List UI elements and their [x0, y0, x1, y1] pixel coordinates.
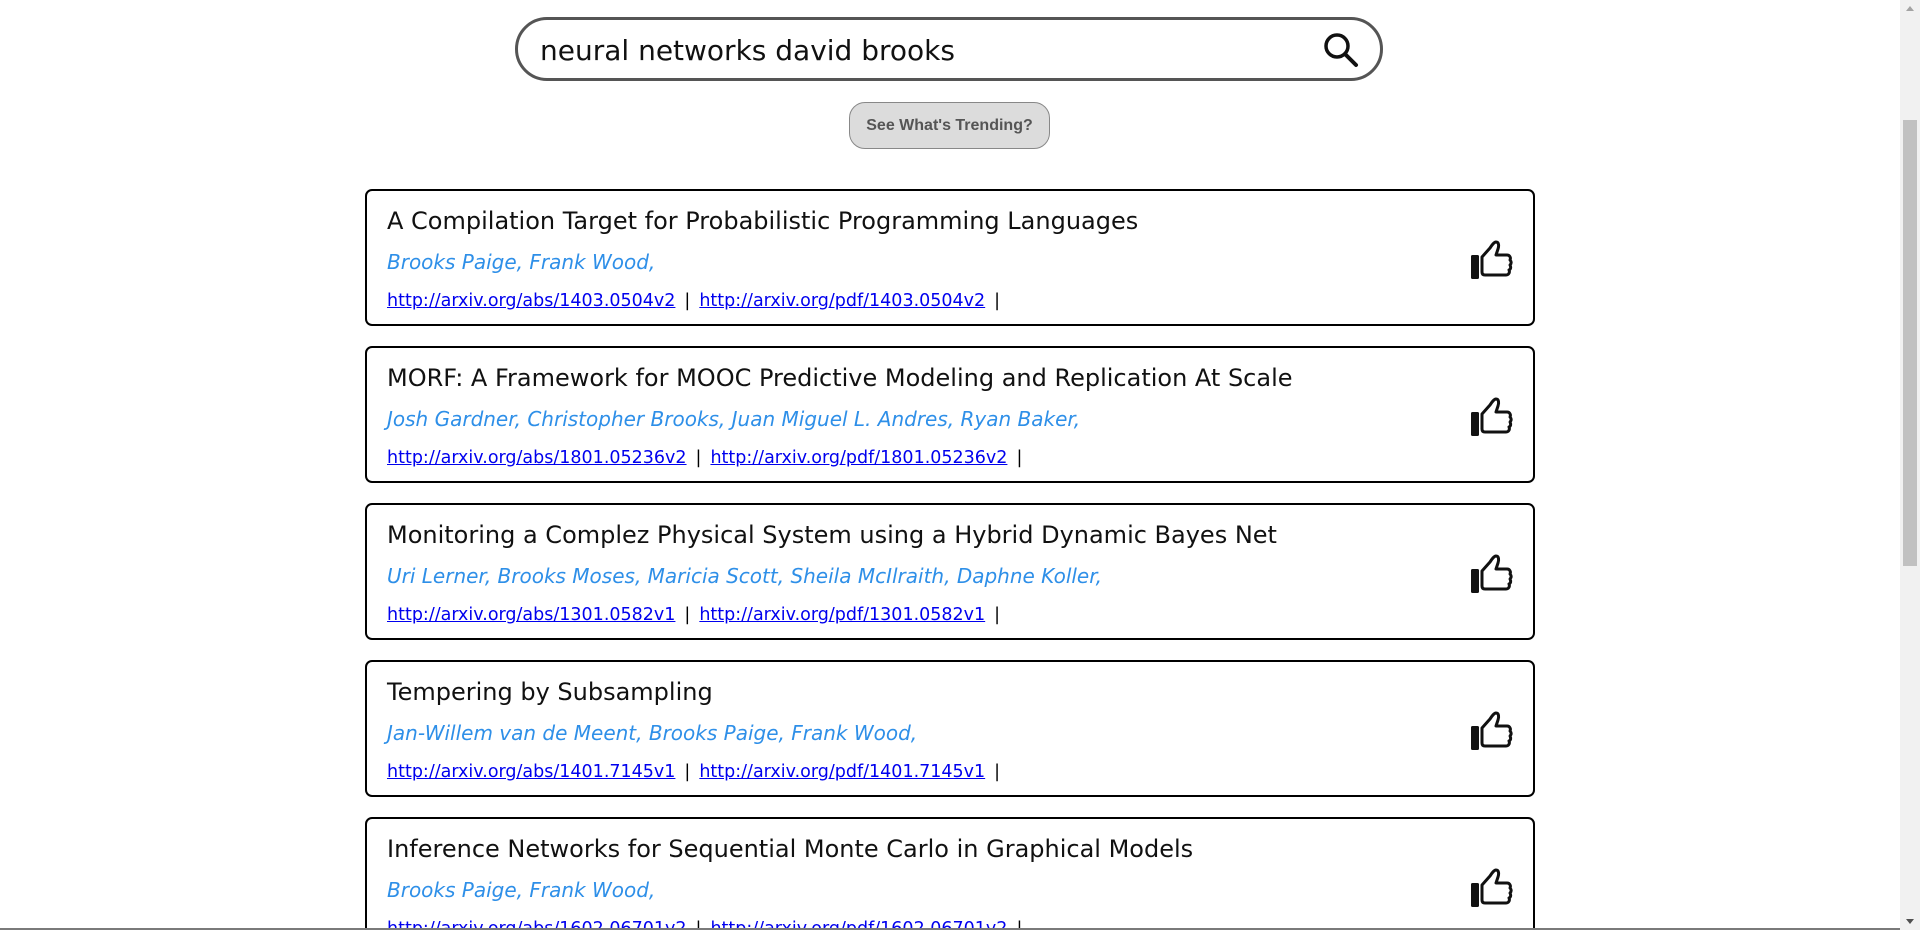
thumbs-up-icon[interactable]	[1469, 395, 1513, 439]
link-separator: |	[695, 448, 702, 468]
result-authors: Uri Lerner, Brooks Moses, Maricia Scott,…	[387, 564, 1102, 588]
result-links: http://arxiv.org/abs/1801.05236v2 | http:/…	[387, 448, 1031, 468]
result-authors: Brooks Paige, Frank Wood,	[387, 250, 656, 274]
pdf-link[interactable]: http://arxiv.org/pdf/1401.7145v1	[699, 762, 985, 782]
link-separator: |	[684, 605, 691, 625]
result-title: Tempering by Subsampling	[387, 678, 713, 706]
result-links: http://arxiv.org/abs/1401.7145v1 | http://…	[387, 762, 1009, 782]
scroll-down-arrow-icon[interactable]	[1906, 919, 1914, 924]
thumbs-up-icon[interactable]	[1469, 866, 1513, 910]
results-list: A Compilation Target for Probabilistic P…	[365, 189, 1535, 930]
pdf-link[interactable]: http://arxiv.org/pdf/1801.05236v2	[710, 448, 1007, 468]
link-separator: |	[994, 762, 1001, 782]
search-icon[interactable]	[1322, 31, 1360, 69]
pdf-link[interactable]: http://arxiv.org/pdf/1301.0582v1	[699, 605, 985, 625]
result-card: Monitoring a Complez Physical System usi…	[365, 503, 1535, 640]
result-links: http://arxiv.org/abs/1301.0582v1 | http://…	[387, 605, 1009, 625]
result-authors: Jan-Willem van de Meent, Brooks Paige, F…	[387, 721, 918, 745]
abs-link[interactable]: http://arxiv.org/abs/1801.05236v2	[387, 448, 687, 468]
abs-link[interactable]: http://arxiv.org/abs/1401.7145v1	[387, 762, 675, 782]
scrollbar[interactable]	[1900, 0, 1920, 930]
thumbs-up-icon[interactable]	[1469, 552, 1513, 596]
result-card: A Compilation Target for Probabilistic P…	[365, 189, 1535, 326]
search-input[interactable]	[540, 30, 1300, 70]
result-card: MORF: A Framework for MOOC Predictive Mo…	[365, 346, 1535, 483]
result-card: Tempering by Subsampling Jan-Willem van d…	[365, 660, 1535, 797]
scroll-thumb[interactable]	[1903, 120, 1917, 566]
thumbs-up-icon[interactable]	[1469, 238, 1513, 282]
scroll-up-arrow-icon[interactable]	[1906, 6, 1914, 11]
result-title: Monitoring a Complez Physical System usi…	[387, 521, 1277, 549]
see-trending-button[interactable]: See What's Trending?	[849, 102, 1050, 149]
result-authors: Brooks Paige, Frank Wood,	[387, 878, 656, 902]
search-bar	[515, 17, 1383, 81]
result-links: http://arxiv.org/abs/1403.0504v2 | http://…	[387, 291, 1009, 311]
link-separator: |	[1016, 448, 1023, 468]
abs-link[interactable]: http://arxiv.org/abs/1403.0504v2	[387, 291, 675, 311]
abs-link[interactable]: http://arxiv.org/abs/1301.0582v1	[387, 605, 675, 625]
link-separator: |	[684, 762, 691, 782]
link-separator: |	[994, 605, 1001, 625]
result-title: A Compilation Target for Probabilistic P…	[387, 207, 1139, 235]
pdf-link[interactable]: http://arxiv.org/pdf/1403.0504v2	[699, 291, 985, 311]
page: See What's Trending? A Compilation Targe…	[0, 0, 1900, 930]
link-separator: |	[684, 291, 691, 311]
result-authors: Josh Gardner, Christopher Brooks, Juan M…	[387, 407, 1081, 431]
link-separator: |	[994, 291, 1001, 311]
result-title: MORF: A Framework for MOOC Predictive Mo…	[387, 364, 1293, 392]
result-card: Inference Networks for Sequential Monte …	[365, 817, 1535, 930]
thumbs-up-icon[interactable]	[1469, 709, 1513, 753]
result-title: Inference Networks for Sequential Monte …	[387, 835, 1194, 863]
